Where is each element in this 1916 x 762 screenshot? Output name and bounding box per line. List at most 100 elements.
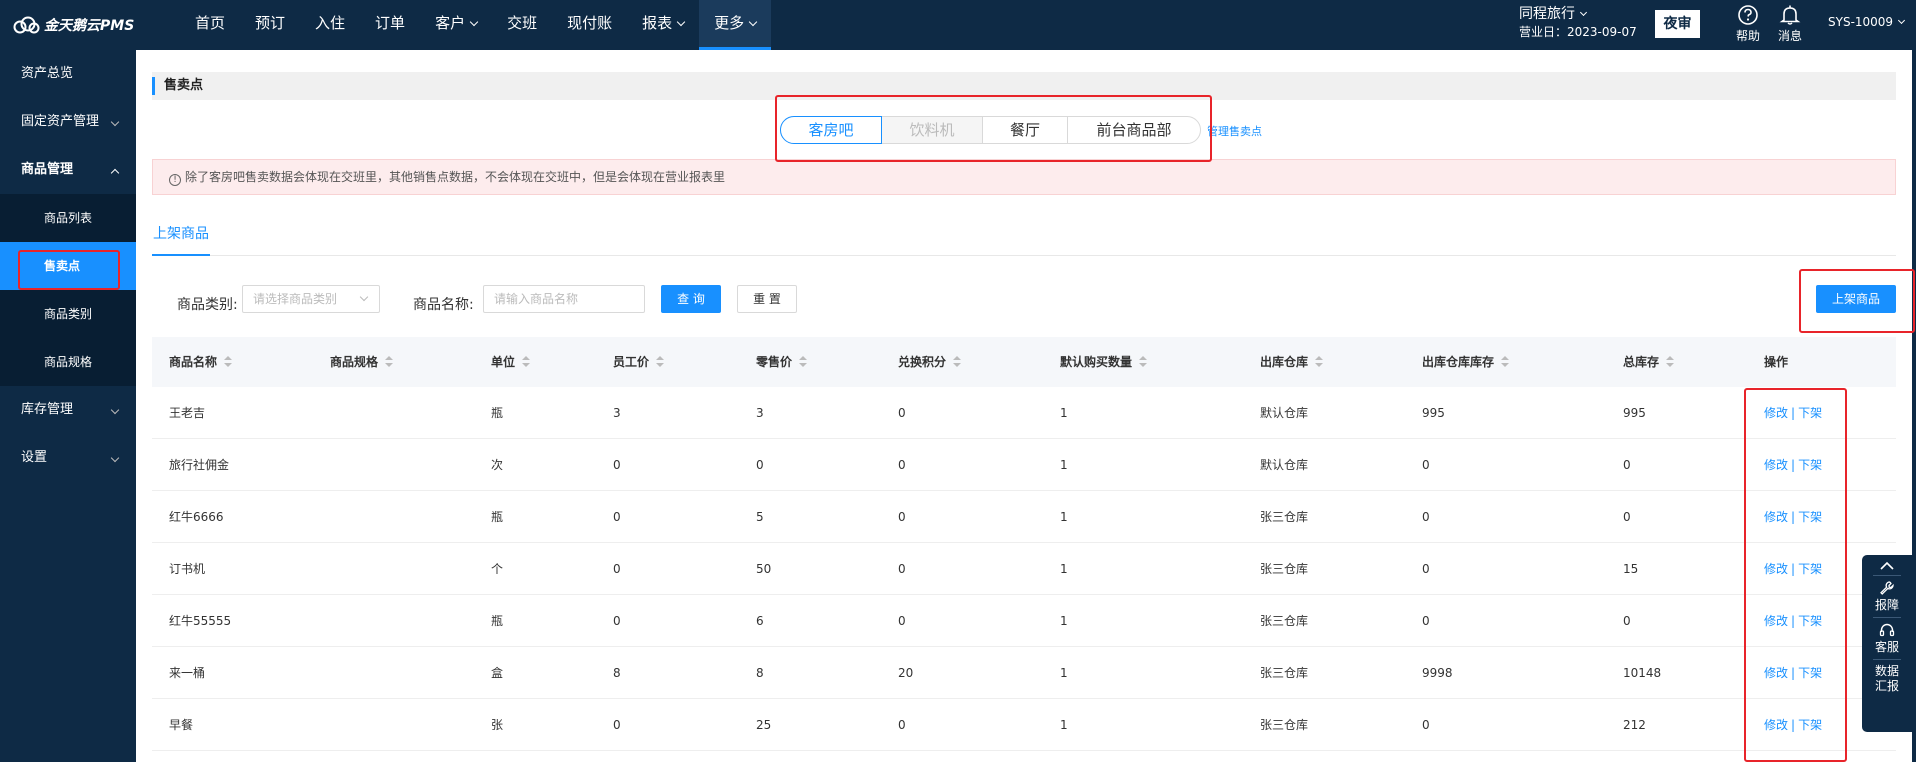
sidebar-item-label: 设置	[21, 450, 48, 465]
reset-button[interactable]: 重 置	[737, 285, 797, 313]
column-header[interactable]: 单位	[491, 337, 531, 387]
sort-icon[interactable]	[224, 356, 233, 368]
table-cell: 3	[756, 406, 764, 420]
customer-service-button[interactable]: 客服	[1862, 622, 1912, 655]
column-header[interactable]: 默认购买数量	[1060, 337, 1148, 387]
sidebar-item-inventory[interactable]: 库存管理	[0, 386, 136, 434]
section-header: 售卖点	[152, 72, 1896, 100]
sidebar-item-label: 商品列表	[44, 211, 93, 225]
nav-orders[interactable]: 订单	[360, 0, 420, 50]
sort-icon[interactable]	[953, 356, 962, 368]
hotel-selector[interactable]: 同程旅行 营业日：2023-09-07	[1519, 6, 1659, 40]
list-product-button[interactable]: 上架商品	[1816, 285, 1896, 313]
column-header[interactable]: 商品名称	[169, 337, 233, 387]
nav-reservation[interactable]: 预订	[240, 0, 300, 50]
table-cell: 个	[491, 562, 504, 576]
sidebar-item-asset-overview[interactable]: 资产总览	[0, 50, 136, 98]
sort-icon[interactable]	[522, 356, 531, 368]
column-header[interactable]: 零售价	[756, 337, 808, 387]
sidebar-item-settings[interactable]: 设置	[0, 434, 136, 482]
table-cell: 212	[1623, 718, 1646, 732]
window-scrollbar[interactable]	[1912, 0, 1916, 762]
table-cell: 0	[898, 718, 906, 732]
off-shelf-link[interactable]: 下架	[1798, 510, 1822, 524]
night-audit-button[interactable]: 夜审	[1655, 10, 1700, 38]
data-report-button[interactable]: 数据 汇报	[1862, 664, 1912, 694]
column-header[interactable]: 商品规格	[330, 337, 394, 387]
edit-link[interactable]: 修改	[1764, 406, 1788, 420]
sidebar-item-product-management[interactable]: 商品管理	[0, 146, 136, 194]
sort-icon[interactable]	[799, 356, 808, 368]
edit-link[interactable]: 修改	[1764, 666, 1788, 680]
sort-icon[interactable]	[385, 356, 394, 368]
edit-link[interactable]: 修改	[1764, 718, 1788, 732]
table-cell: 15	[1623, 562, 1639, 576]
column-label: 零售价	[756, 355, 793, 369]
nav-cash-account[interactable]: 现付账	[552, 0, 627, 50]
nav-shift[interactable]: 交班	[492, 0, 552, 50]
edit-link[interactable]: 修改	[1764, 562, 1788, 576]
user-menu[interactable]: SYS-10009	[1828, 15, 1906, 29]
nav-home[interactable]: 首页	[180, 0, 240, 50]
sort-icon[interactable]	[1315, 356, 1324, 368]
segment-front-desk-shop[interactable]: 前台商品部	[1067, 116, 1201, 144]
column-label: 员工价	[613, 355, 650, 369]
off-shelf-link[interactable]: 下架	[1798, 666, 1822, 680]
nav-checkin[interactable]: 入住	[300, 0, 360, 50]
tab-listed-products[interactable]: 上架商品	[152, 220, 210, 256]
app-logo[interactable]: 金天鹅云PMS	[12, 12, 134, 38]
sidebar-item-product-spec[interactable]: 商品规格	[0, 338, 136, 386]
sidebar-item-label: 商品管理	[21, 162, 74, 177]
column-label: 单位	[491, 355, 516, 369]
floating-toolbar: 报障 客服 数据 汇报	[1862, 555, 1912, 732]
sort-icon[interactable]	[1666, 356, 1675, 368]
column-header[interactable]: 兑换积分	[898, 337, 962, 387]
report-issue-button[interactable]: 报障	[1862, 580, 1912, 613]
nav-reports[interactable]: 报表	[627, 0, 699, 50]
messages-button[interactable]: 消息	[1772, 2, 1808, 44]
manage-sales-points-link[interactable]: 管理售卖点	[1207, 123, 1262, 139]
query-button[interactable]: 查 询	[661, 285, 721, 313]
off-shelf-link[interactable]: 下架	[1798, 458, 1822, 472]
bell-icon	[1779, 5, 1801, 25]
nav-more[interactable]: 更多	[699, 0, 772, 50]
help-button[interactable]: 帮助	[1730, 2, 1766, 44]
sidebar-item-product-list[interactable]: 商品列表	[0, 194, 136, 242]
sort-icon[interactable]	[1501, 356, 1510, 368]
off-shelf-link[interactable]: 下架	[1798, 718, 1822, 732]
table-body: 王老吉瓶 3 3 0 1 默认仓库 995 995 修改 | 下架 旅行社佣金次 0 0 0 1 默认仓库 0 0 修…	[152, 387, 1896, 751]
edit-link[interactable]: 修改	[1764, 458, 1788, 472]
segment-vending-machine[interactable]: 饮料机	[881, 116, 983, 144]
column-header[interactable]: 出库仓库	[1260, 337, 1324, 387]
nav-customers[interactable]: 客户	[420, 0, 492, 50]
action-separator: |	[1791, 510, 1796, 524]
table-cell: 8	[613, 666, 621, 680]
off-shelf-link[interactable]: 下架	[1798, 406, 1822, 420]
segment-room-bar[interactable]: 客房吧	[780, 116, 882, 144]
column-header[interactable]: 员工价	[613, 337, 665, 387]
sidebar-item-product-category[interactable]: 商品类别	[0, 290, 136, 338]
table-cell: 0	[613, 510, 621, 524]
row-actions: 修改 | 下架	[1764, 491, 1822, 543]
sort-icon[interactable]	[656, 356, 665, 368]
off-shelf-link[interactable]: 下架	[1798, 562, 1822, 576]
column-header[interactable]: 出库仓库库存	[1422, 337, 1510, 387]
edit-link[interactable]: 修改	[1764, 614, 1788, 628]
action-separator: |	[1791, 562, 1796, 576]
product-name-input[interactable]	[483, 285, 645, 313]
scroll-top-button[interactable]	[1862, 555, 1912, 571]
column-header[interactable]: 总库存	[1623, 337, 1675, 387]
sales-point-switcher: 客房吧 饮料机 餐厅 前台商品部	[780, 116, 1201, 144]
edit-link[interactable]: 修改	[1764, 510, 1788, 524]
table-cell: 995	[1623, 406, 1646, 420]
table-cell: 0	[1623, 458, 1631, 472]
table-cell: 0	[898, 510, 906, 524]
row-actions: 修改 | 下架	[1764, 699, 1822, 751]
category-select[interactable]: 请选择商品类别	[242, 285, 380, 313]
sidebar-item-sales-point[interactable]: 售卖点	[0, 242, 136, 290]
off-shelf-link[interactable]: 下架	[1798, 614, 1822, 628]
sidebar-item-fixed-assets[interactable]: 固定资产管理	[0, 98, 136, 146]
sort-icon[interactable]	[1139, 356, 1148, 368]
segment-restaurant[interactable]: 餐厅	[982, 116, 1068, 144]
chevron-down-icon	[748, 17, 758, 27]
